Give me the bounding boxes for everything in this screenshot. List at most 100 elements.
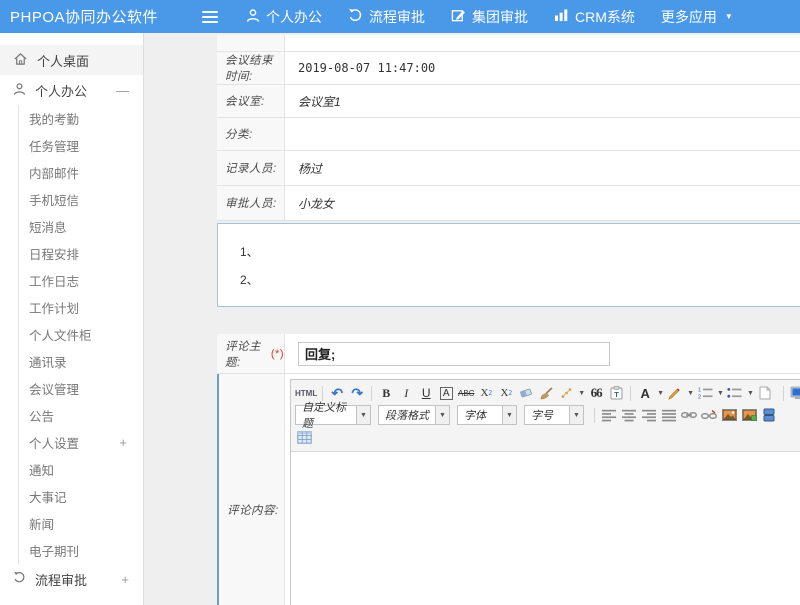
- sidebar-item-work-plan[interactable]: 工作计划: [19, 294, 143, 321]
- svg-text:2: 2: [698, 394, 701, 399]
- sidebar-item-notice[interactable]: 通知: [19, 456, 143, 483]
- sidebar-item-contacts[interactable]: 通讯录: [19, 348, 143, 375]
- caret-down-icon: ▼: [435, 406, 449, 424]
- table-row-partial: [217, 35, 800, 52]
- justify-icon[interactable]: [660, 406, 678, 424]
- sidebar-item-news[interactable]: 新闻: [19, 510, 143, 537]
- rich-text-editor: HTML ↶ ↷ B I U A ABC X2: [290, 379, 800, 605]
- sidebar-item-e-journal[interactable]: 电子期刊: [19, 537, 143, 564]
- caret-down-icon: ▼: [356, 406, 370, 424]
- sidebar-item-personal-office[interactable]: 个人办公 —: [0, 75, 143, 105]
- heading-dropdown[interactable]: 自定义标题▼: [295, 405, 371, 425]
- sidebar-item-sms[interactable]: 手机短信: [19, 186, 143, 213]
- editor-toolbar: HTML ↶ ↷ B I U A ABC X2: [291, 380, 800, 452]
- process-icon: [348, 8, 363, 26]
- caret-down-icon: ▼: [569, 406, 583, 424]
- subscript-button[interactable]: X2: [497, 384, 515, 402]
- caret-down-icon[interactable]: ▼: [717, 390, 724, 397]
- caret-down-icon[interactable]: ▼: [657, 390, 664, 397]
- sidebar-item-short-message[interactable]: 短消息: [19, 213, 143, 240]
- media-icon[interactable]: [760, 406, 778, 424]
- minutes-line: 2、: [240, 266, 800, 294]
- caret-down-icon[interactable]: ▼: [578, 390, 585, 397]
- collapse-icon[interactable]: —: [116, 83, 129, 98]
- ordered-list-icon[interactable]: 12: [696, 384, 714, 402]
- font-style-button[interactable]: A: [440, 387, 453, 400]
- sidebar-item-workflow-approval[interactable]: 流程审批 +: [0, 564, 143, 594]
- editor-content-area[interactable]: [291, 452, 800, 605]
- align-right-icon[interactable]: [640, 406, 658, 424]
- sidebar-item-events[interactable]: 大事记: [19, 483, 143, 510]
- sidebar-item-tasks[interactable]: 任务管理: [19, 132, 143, 159]
- fullscreen-icon[interactable]: [789, 384, 800, 402]
- user-icon: [13, 82, 26, 99]
- table-row-end-time: 会议结束时间: 2019-08-07 11:47:00: [217, 52, 800, 85]
- nav-more-apps[interactable]: 更多应用 ▼: [661, 7, 733, 27]
- sidebar-item-announcement[interactable]: 公告: [19, 402, 143, 429]
- minutes-line: 1、: [240, 238, 800, 266]
- superscript-button[interactable]: X2: [477, 384, 495, 402]
- sidebar-item-meeting-management[interactable]: 会议管理: [19, 375, 143, 402]
- table-row-comment-content: 评论内容: HTML ↶ ↷ B I: [217, 374, 800, 605]
- unlink-icon[interactable]: [700, 406, 718, 424]
- row-value: 小龙女: [285, 186, 800, 220]
- sidebar-item-internal-mail[interactable]: 内部邮件: [19, 159, 143, 186]
- comment-subject-input[interactable]: [298, 342, 610, 366]
- bullet-list-icon[interactable]: [726, 384, 744, 402]
- nav-personal-office[interactable]: 个人办公: [246, 7, 322, 27]
- sidebar-item-personal-settings[interactable]: 个人设置+: [19, 429, 143, 456]
- table-row-meeting-room: 会议室: 会议室1: [217, 85, 800, 118]
- bar-chart-icon: [554, 8, 569, 25]
- nav-workflow-approval[interactable]: 流程审批: [348, 7, 425, 27]
- blockquote-button[interactable]: 66: [587, 384, 605, 402]
- highlight-pen-icon[interactable]: [666, 384, 684, 402]
- format-brush-icon[interactable]: [557, 384, 575, 402]
- top-nav: 个人办公 流程审批 集团审批 CRM系统 更多应用 ▼: [246, 7, 733, 27]
- expand-icon[interactable]: +: [121, 572, 129, 587]
- hamburger-menu-icon[interactable]: [202, 8, 218, 26]
- table-row-recorder: 记录人员: 杨过: [217, 151, 800, 186]
- bold-button[interactable]: B: [377, 384, 395, 402]
- row-label: 评论主题: (*): [217, 334, 285, 373]
- link-icon[interactable]: [680, 406, 698, 424]
- caret-down-icon[interactable]: ▼: [747, 390, 754, 397]
- row-value: 2019-08-07 11:47:00: [285, 52, 800, 84]
- expand-icon[interactable]: +: [119, 435, 127, 450]
- paste-text-icon[interactable]: T: [607, 384, 625, 402]
- paragraph-format-dropdown[interactable]: 段落格式▼: [378, 405, 450, 425]
- eraser-icon[interactable]: [517, 384, 535, 402]
- align-center-icon[interactable]: [620, 406, 638, 424]
- nav-group-approval[interactable]: 集团审批: [451, 7, 528, 27]
- clean-format-broom-icon[interactable]: [537, 384, 555, 402]
- underline-button[interactable]: U: [417, 384, 435, 402]
- table-row-comment-subject: 评论主题: (*): [217, 334, 800, 374]
- new-document-icon[interactable]: [756, 384, 774, 402]
- font-color-button[interactable]: A: [636, 384, 654, 402]
- top-bar: PHPOA协同办公软件 个人办公 流程审批 集团审批 CRM系统 更多应用 ▼: [0, 0, 800, 33]
- row-label: 分类:: [217, 118, 285, 150]
- caret-down-icon: ▼: [725, 12, 733, 21]
- sidebar-submenu: 我的考勤 任务管理 内部邮件 手机短信 短消息 日程安排 工作日志 工作计划 个…: [18, 105, 143, 564]
- font-family-dropdown[interactable]: 字体▼: [457, 405, 517, 425]
- row-value: 会议室1: [285, 85, 800, 117]
- italic-button[interactable]: I: [397, 384, 415, 402]
- sidebar-item-desktop[interactable]: 个人桌面: [0, 45, 143, 75]
- comment-form-table: 评论主题: (*) 评论内容: HTML: [217, 334, 800, 605]
- sidebar-item-file-cabinet[interactable]: 个人文件柜: [19, 321, 143, 348]
- home-icon: [13, 52, 28, 69]
- insert-image-icon[interactable]: [720, 406, 738, 424]
- upload-image-icon[interactable]: [740, 406, 758, 424]
- sidebar-item-work-log[interactable]: 工作日志: [19, 267, 143, 294]
- caret-down-icon: ▼: [502, 406, 516, 424]
- insert-table-icon[interactable]: [295, 428, 313, 446]
- align-left-icon[interactable]: [600, 406, 618, 424]
- strikethrough-button[interactable]: ABC: [457, 384, 475, 402]
- font-size-dropdown[interactable]: 字号▼: [524, 405, 584, 425]
- sidebar-item-schedule[interactable]: 日程安排: [19, 240, 143, 267]
- row-value: 杨过: [285, 151, 800, 185]
- row-value: [285, 118, 800, 150]
- caret-down-icon[interactable]: ▼: [687, 390, 694, 397]
- nav-crm-system[interactable]: CRM系统: [554, 7, 635, 27]
- sidebar-item-attendance[interactable]: 我的考勤: [19, 105, 143, 132]
- app-title: PHPOA协同办公软件: [10, 6, 182, 27]
